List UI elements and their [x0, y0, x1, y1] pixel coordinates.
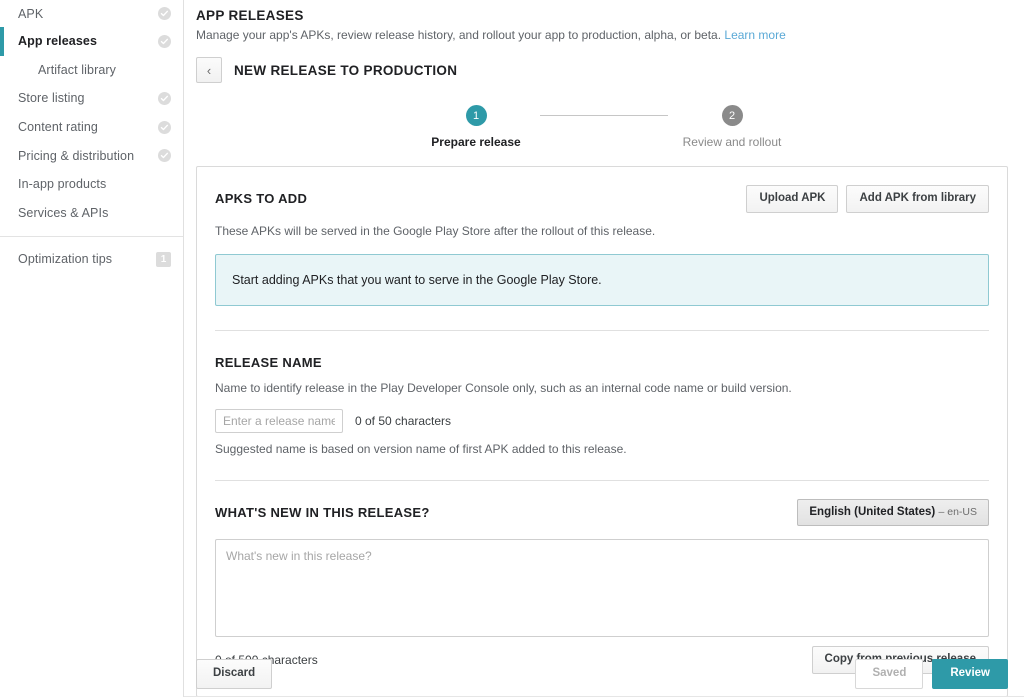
release-name-counter: 0 of 50 characters	[355, 413, 452, 428]
sidebar-item-label: App releases	[18, 34, 98, 49]
sidebar-item-artifact-library[interactable]: Artifact library	[0, 56, 183, 85]
sidebar-item-label: Content rating	[18, 120, 98, 135]
check-circle-icon	[158, 120, 171, 134]
stepper-step-review-rollout[interactable]: 2 Review and rollout	[668, 105, 796, 149]
sidebar-item-label: Artifact library	[38, 62, 117, 77]
language-code: – en-US	[938, 505, 977, 518]
whats-new-title: WHAT'S NEW IN THIS RELEASE?	[215, 504, 430, 520]
sidebar-item-label: Pricing & distribution	[18, 148, 135, 163]
app-root: APK App releases Artifact library Store …	[0, 0, 1024, 697]
release-stepper: 1 Prepare release 2 Review and rollout	[184, 105, 1024, 149]
page-description-text: Manage your app's APKs, review release h…	[196, 28, 722, 42]
release-name-section: RELEASE NAME Name to identify release in…	[197, 331, 1007, 456]
main-content: APP RELEASES Manage your app's APKs, rev…	[184, 0, 1024, 697]
sidebar: APK App releases Artifact library Store …	[0, 0, 184, 697]
release-form-card: APKS TO ADD Upload APK Add APK from libr…	[196, 166, 1008, 697]
sidebar-item-content-rating[interactable]: Content rating	[0, 113, 183, 142]
check-circle-icon	[158, 34, 171, 48]
stepper-step-label: Prepare release	[431, 135, 521, 149]
stepper-step-label: Review and rollout	[682, 135, 782, 149]
learn-more-link[interactable]: Learn more	[724, 28, 785, 42]
sidebar-item-optimization-tips[interactable]: Optimization tips 1	[0, 245, 183, 274]
sidebar-item-app-releases[interactable]: App releases	[0, 27, 183, 56]
release-name-input[interactable]	[215, 408, 343, 433]
apks-action-buttons: Upload APK Add APK from library	[746, 185, 989, 213]
apks-section-title: APKS TO ADD	[215, 191, 308, 206]
stepper-step-number: 1	[465, 105, 487, 126]
sidebar-item-label: Store listing	[18, 91, 85, 106]
release-name-field-row: 0 of 50 characters	[215, 408, 989, 433]
stepper-step-prepare-release[interactable]: 1 Prepare release	[412, 105, 540, 149]
page-header: APP RELEASES Manage your app's APKs, rev…	[184, 0, 1024, 42]
sidebar-item-store-listing[interactable]: Store listing	[0, 84, 183, 113]
page-title: APP RELEASES	[196, 8, 304, 23]
whats-new-header: WHAT'S NEW IN THIS RELEASE? English (Uni…	[215, 498, 989, 526]
sidebar-item-services-apis[interactable]: Services & APIs	[0, 199, 183, 228]
upload-apk-button[interactable]: Upload APK	[746, 185, 839, 213]
apks-to-add-section: APKS TO ADD Upload APK Add APK from libr…	[197, 167, 1007, 306]
stepper-step-number: 2	[721, 105, 743, 126]
saved-button: Saved	[855, 659, 924, 689]
sidebar-item-pricing-distribution[interactable]: Pricing & distribution	[0, 141, 183, 170]
sidebar-item-label: APK	[18, 6, 44, 21]
footer-right-actions: Saved Review	[855, 659, 1008, 689]
back-button[interactable]: ‹	[196, 57, 222, 83]
breadcrumb: ‹ NEW RELEASE TO PRODUCTION	[196, 57, 1024, 83]
breadcrumb-title: NEW RELEASE TO PRODUCTION	[234, 62, 458, 78]
check-circle-icon	[158, 149, 171, 163]
sidebar-item-label: Optimization tips	[18, 252, 113, 267]
form-footer: Discard Saved Review	[196, 659, 1008, 689]
status-badge: 1	[156, 251, 171, 267]
apks-empty-info-box: Start adding APKs that you want to serve…	[215, 253, 989, 306]
whats-new-textarea[interactable]	[215, 539, 989, 637]
sidebar-divider	[0, 236, 183, 238]
sidebar-item-label: In-app products	[18, 177, 107, 192]
check-circle-icon	[158, 91, 171, 105]
review-button[interactable]: Review	[932, 659, 1008, 689]
check-circle-icon	[158, 7, 171, 20]
add-apk-from-library-button[interactable]: Add APK from library	[846, 185, 989, 213]
release-name-title: RELEASE NAME	[215, 354, 322, 370]
sidebar-nav-group: APK App releases Artifact library Store …	[0, 0, 183, 274]
release-name-description: Name to identify release in the Play Dev…	[215, 380, 792, 395]
chevron-left-icon: ‹	[206, 62, 212, 78]
release-name-hint: Suggested name is based on version name …	[215, 441, 627, 456]
sidebar-item-apk[interactable]: APK	[0, 0, 183, 27]
discard-button[interactable]: Discard	[196, 659, 273, 689]
sidebar-item-label: Services & APIs	[18, 205, 109, 220]
stepper-connector	[540, 115, 668, 116]
language-selector-button[interactable]: English (United States) – en-US	[797, 498, 989, 526]
sidebar-item-in-app-products[interactable]: In-app products	[0, 170, 183, 199]
page-description: Manage your app's APKs, review release h…	[196, 28, 1024, 42]
apks-section-description: These APKs will be served in the Google …	[215, 223, 656, 238]
language-name: English (United States)	[809, 505, 936, 518]
apks-section-header: APKS TO ADD Upload APK Add APK from libr…	[215, 185, 989, 213]
